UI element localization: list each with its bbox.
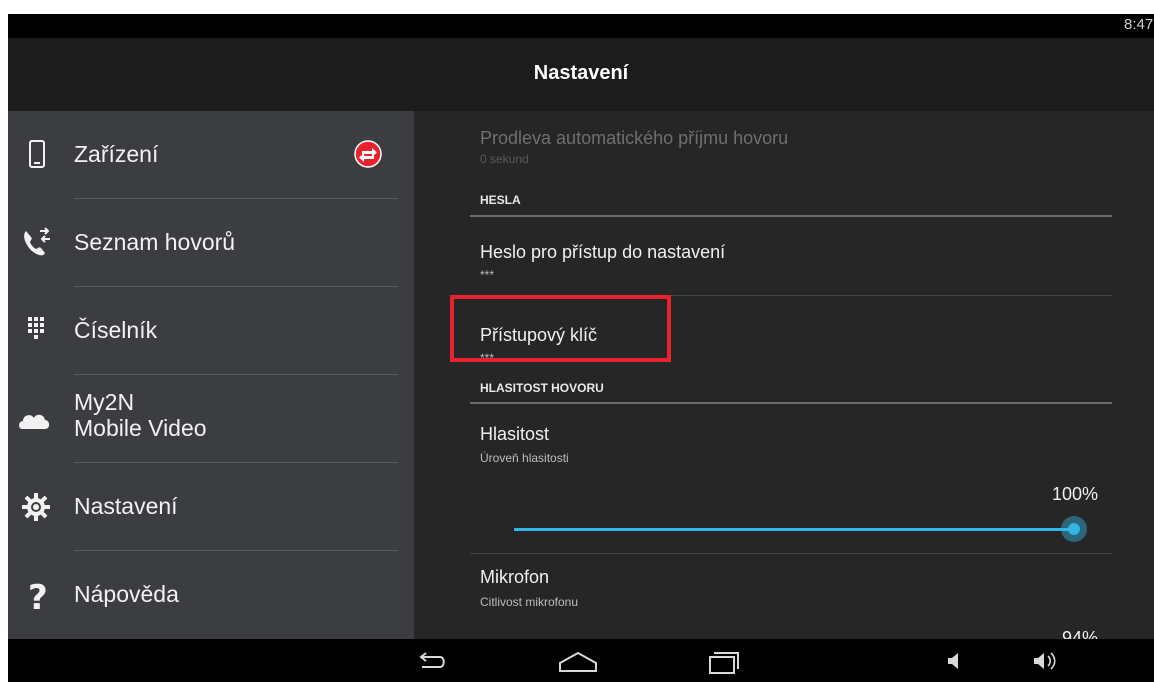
tablet-screen: 8:47 Nastavení Zařízení Seznam hovorů Čí… xyxy=(8,14,1154,682)
pref-title: Mikrofon xyxy=(480,567,550,587)
navigation-bar xyxy=(8,639,1154,682)
microphone-value: 94% xyxy=(1061,628,1098,639)
sidebar-item-label: My2N Mobile Video xyxy=(74,389,207,441)
sidebar-item-help[interactable]: ? Nápověda xyxy=(8,551,414,639)
action-bar: Nastavení xyxy=(8,38,1154,111)
sidebar-item-label: Seznam hovorů xyxy=(74,229,236,255)
phone-device-icon xyxy=(29,140,45,168)
pref-summary: Úroveň hlasitosti xyxy=(480,451,569,465)
pref-summary: 0 sekund xyxy=(480,152,529,166)
volume-value: 100% xyxy=(1051,484,1098,504)
svg-text:?: ? xyxy=(28,578,48,617)
volume-slider-track[interactable] xyxy=(514,528,1074,531)
home-icon[interactable] xyxy=(556,643,600,679)
row-divider xyxy=(470,553,1112,554)
status-bar: 8:47 xyxy=(8,14,1154,38)
section-divider xyxy=(470,215,1112,217)
sidebar-item-dialpad[interactable]: Číselník xyxy=(8,287,414,375)
sidebar-item-my2n[interactable]: My2N Mobile Video xyxy=(8,375,414,463)
volume-up-icon[interactable] xyxy=(1030,643,1060,679)
section-divider xyxy=(470,402,1112,404)
navigation-drawer: Zařízení Seznam hovorů Číselník My2N Mob… xyxy=(8,111,414,639)
sidebar-item-device[interactable]: Zařízení xyxy=(8,111,414,199)
cloud-icon xyxy=(19,414,50,429)
sidebar-item-call-log[interactable]: Seznam hovorů xyxy=(8,199,414,287)
pref-title: Hlasitost xyxy=(480,424,550,444)
status-clock: 8:47 xyxy=(1124,16,1154,33)
help-icon: ? xyxy=(28,578,48,617)
sidebar-item-label: Nápověda xyxy=(74,581,179,607)
volume-down-icon[interactable] xyxy=(942,643,968,679)
pref-summary: Citlivost mikrofonu xyxy=(480,595,579,609)
pref-title: Prodleva automatického příjmu hovoru xyxy=(480,128,789,148)
back-icon[interactable] xyxy=(412,643,452,679)
recent-apps-icon[interactable] xyxy=(704,643,744,679)
sidebar-item-settings[interactable]: Nastavení xyxy=(8,463,414,551)
sidebar-item-label: Nastavení xyxy=(74,493,178,519)
pref-title: Heslo pro přístup do nastavení xyxy=(480,242,726,262)
swap-arrows-icon[interactable] xyxy=(353,139,383,169)
dialpad-icon xyxy=(28,317,44,339)
page-title: Nastavení xyxy=(533,62,629,84)
sidebar-item-label: Číselník xyxy=(74,317,158,343)
settings-list: Prodleva automatického příjmu hovoru 0 s… xyxy=(414,111,1154,639)
section-header-passwords: HESLA xyxy=(480,193,521,207)
call-log-icon xyxy=(24,227,50,256)
volume-slider-thumb[interactable] xyxy=(1061,516,1087,542)
highlight-box xyxy=(450,295,671,362)
pref-summary: *** xyxy=(480,268,495,282)
section-header-call-volume: HLASITOST HOVORU xyxy=(480,381,604,395)
sidebar-item-label: Zařízení xyxy=(74,141,159,167)
gear-icon xyxy=(22,493,50,521)
